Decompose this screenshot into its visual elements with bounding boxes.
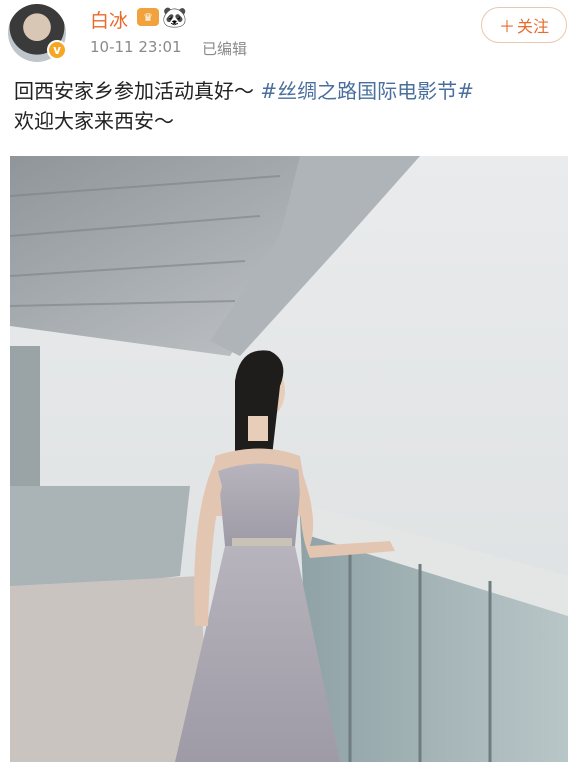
- plus-icon: ＋: [498, 17, 515, 36]
- post-header: v 白冰 ♛ 🐼 10-11 23:01 已编辑 ＋ 关注: [0, 0, 568, 70]
- post-text-line1: 回西安家乡参加活动真好～: [14, 79, 261, 103]
- post-timestamp: 10-11 23:01: [90, 38, 182, 56]
- follow-label: 关注: [517, 17, 550, 36]
- crown-badge-icon: ♛: [137, 8, 159, 26]
- post-text-line2: 欢迎大家来西安～: [14, 109, 174, 133]
- hashtag-link[interactable]: #丝绸之路国际电影节#: [260, 79, 474, 103]
- post-photo[interactable]: [10, 156, 568, 762]
- verified-badge-icon: v: [47, 40, 67, 60]
- username[interactable]: 白冰: [90, 6, 128, 33]
- follow-button[interactable]: ＋ 关注: [481, 7, 567, 43]
- panda-badge-icon: 🐼: [162, 5, 187, 29]
- edited-label: 已编辑: [202, 40, 248, 58]
- post-body: 回西安家乡参加活动真好～ #丝绸之路国际电影节# 欢迎大家来西安～: [14, 76, 554, 136]
